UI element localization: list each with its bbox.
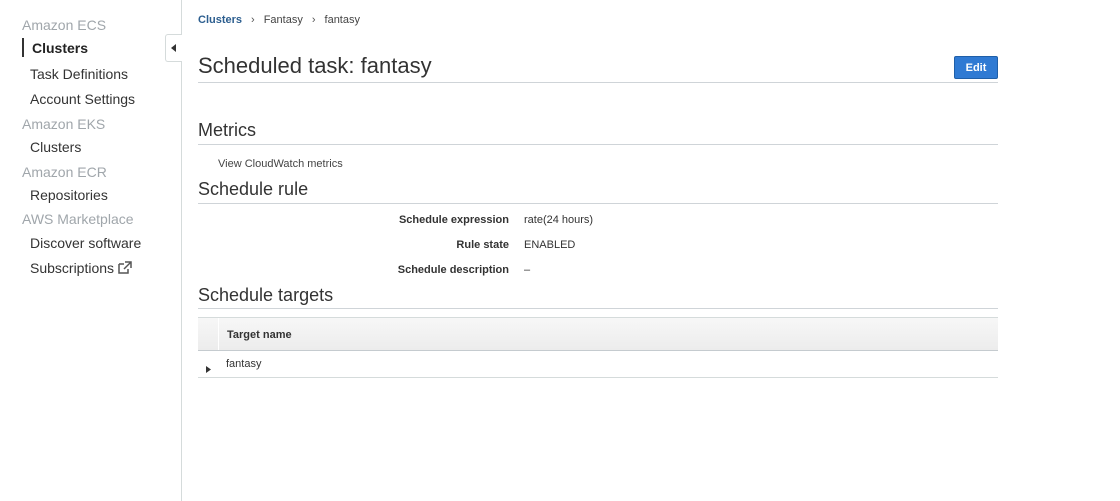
breadcrumb-separator: ›	[251, 14, 255, 26]
expand-column-header	[198, 318, 219, 350]
breadcrumb-separator: ›	[311, 14, 316, 26]
active-indicator	[22, 38, 24, 57]
sidebar-item-task-definitions[interactable]: Task Definitions	[30, 66, 128, 82]
sidebar-section-eks: Amazon EKS	[22, 116, 106, 132]
breadcrumb: Clusters › Fantasy › fantasy	[198, 14, 360, 26]
view-cloudwatch-metrics-link[interactable]: View CloudWatch metrics	[218, 158, 343, 170]
breadcrumb-clusters[interactable]: Clusters	[198, 14, 242, 26]
divider	[198, 144, 998, 145]
field-value-schedule-description: –	[524, 264, 531, 276]
divider	[198, 308, 998, 309]
caret-right-icon[interactable]	[206, 360, 211, 378]
sidebar-item-eks-clusters[interactable]: Clusters	[30, 139, 81, 155]
caret-left-icon	[171, 39, 177, 57]
table-row[interactable]: fantasy	[198, 351, 998, 378]
sidebar-item-discover-software[interactable]: Discover software	[30, 235, 141, 251]
target-name-cell: fantasy	[226, 358, 262, 370]
external-link-icon	[117, 261, 132, 278]
sidebar-item-label: Subscriptions	[30, 260, 115, 276]
divider	[198, 82, 998, 83]
divider	[198, 203, 998, 204]
metrics-heading: Metrics	[198, 120, 256, 140]
breadcrumb-cluster-name[interactable]: Fantasy	[264, 14, 303, 26]
sidebar-section-marketplace: AWS Marketplace	[22, 211, 134, 227]
sidebar-item-repositories[interactable]: Repositories	[30, 187, 108, 203]
sidebar-section-ecr: Amazon ECR	[22, 164, 107, 180]
breadcrumb-current: fantasy	[324, 14, 360, 26]
schedule-targets-heading: Schedule targets	[198, 285, 334, 305]
column-header-target-name[interactable]: Target name	[227, 329, 292, 341]
collapse-sidebar-button[interactable]	[165, 34, 182, 62]
sidebar-section-ecs: Amazon ECS	[22, 17, 107, 33]
sidebar: Amazon ECS Clusters Task Definitions Acc…	[0, 0, 182, 501]
targets-table-header: Target name	[198, 317, 998, 351]
field-label-schedule-description: Schedule description	[397, 264, 509, 276]
field-label-schedule-expression: Schedule expression	[398, 214, 509, 226]
sidebar-item-subscriptions[interactable]: Subscriptions	[30, 260, 132, 278]
edit-button[interactable]: Edit	[954, 56, 998, 79]
page-title: Scheduled task: fantasy	[198, 53, 432, 78]
sidebar-item-clusters[interactable]: Clusters	[32, 40, 88, 56]
field-value-schedule-expression: rate(24 hours)	[524, 214, 594, 226]
field-label-rule-state: Rule state	[456, 239, 509, 251]
field-value-rule-state: ENABLED	[524, 239, 576, 251]
sidebar-item-account-settings[interactable]: Account Settings	[30, 91, 135, 107]
schedule-rule-heading: Schedule rule	[198, 179, 309, 199]
